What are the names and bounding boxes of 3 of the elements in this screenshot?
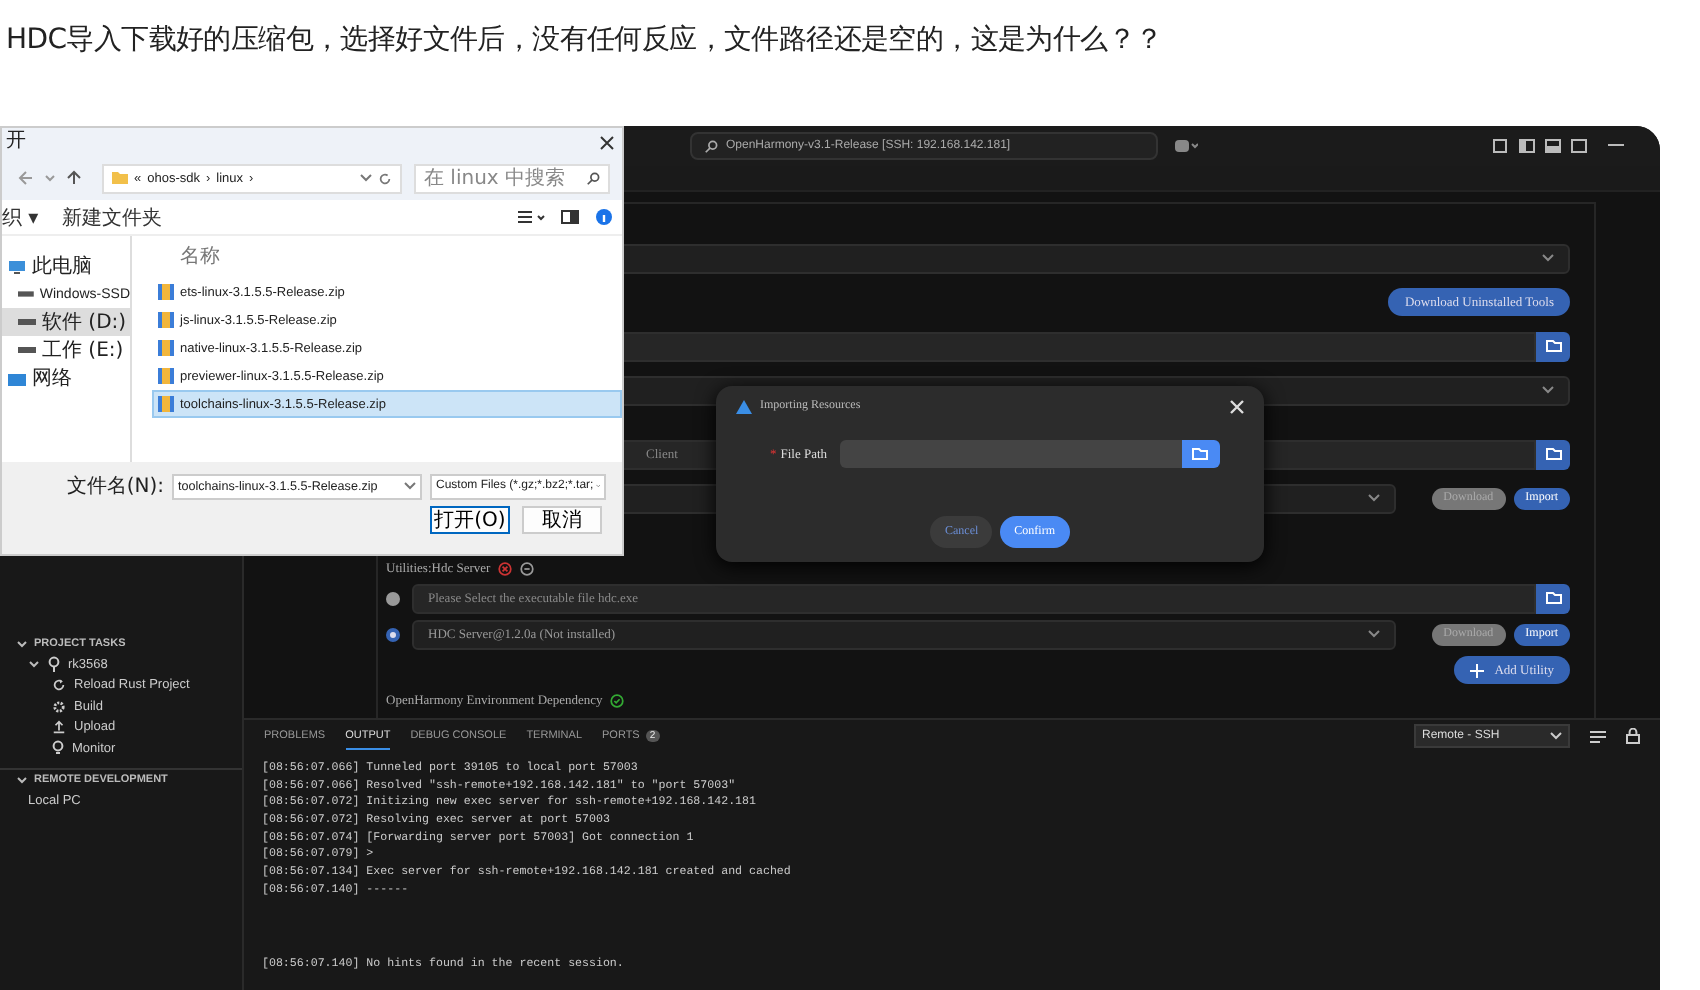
question-text: HDC导入下载好的压缩包，选择好文件后，没有任何反应，文件路径还是空的，这是为什么？？: [4, 22, 1165, 60]
dialog-title: 开: [6, 132, 26, 152]
field-label: 文件名(N):: [66, 473, 164, 500]
